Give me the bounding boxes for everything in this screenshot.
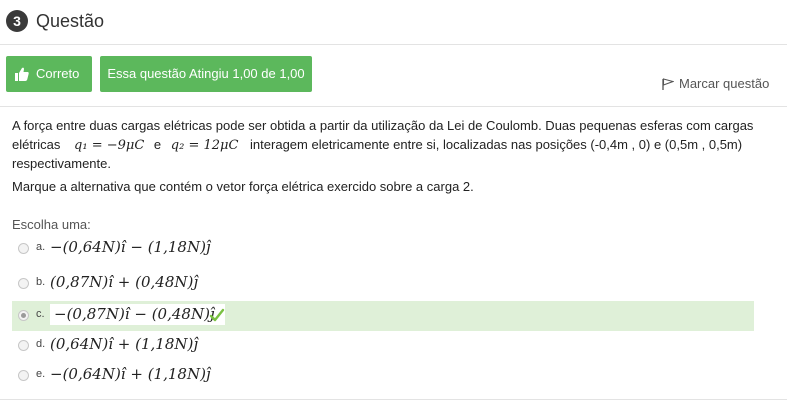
question-number-badge: 3 [6,10,28,32]
option-letter: b. [36,276,46,288]
option-c[interactable]: c. −(0,87N)î − (0,48N)ĵ [12,301,754,331]
option-letter: d. [36,338,46,350]
question-instruction: Marque a alternativa que contém o vetor … [12,179,474,194]
score-badge: Essa questão Atingiu 1,00 de 1,00 [100,56,312,92]
checkmark-icon [209,308,225,322]
option-letter: e. [36,368,46,380]
question-title: Questão [36,11,105,31]
option-a[interactable]: a. −(0,64N)î − (1,18N)ĵ [12,234,754,264]
correct-badge: Correto [6,56,92,92]
option-expression: −(0,64N)î − (1,18N)ĵ [50,238,211,256]
option-expression: −(0,64N)î + (1,18N)ĵ [50,365,211,383]
option-d[interactable]: d. (0,64N)î + (1,18N)ĵ [12,331,754,361]
question-header: 3 Questão [0,0,787,46]
radio-a[interactable] [18,243,29,254]
option-expression: (0,87N)î + (0,48N)ĵ [50,273,199,291]
question-text-suffix: interagem eletricamente entre si, locali… [250,137,743,152]
content-divider [0,106,787,107]
radio-d[interactable] [18,340,29,351]
header-divider [0,44,787,45]
option-b[interactable]: b. (0,87N)î + (0,48N)ĵ [12,269,754,299]
option-letter: a. [36,241,46,253]
flag-question-link[interactable]: Marcar questão [679,76,769,91]
conjunction: e [153,137,162,152]
question-text-line-3: respectivamente. [12,156,111,171]
correct-label: Correto [36,66,80,81]
option-expression: (0,64N)î + (1,18N)ĵ [50,335,199,353]
bottom-divider [0,399,787,400]
charge-q1: q₁ = −9μC [74,138,145,153]
flag-icon[interactable] [662,78,674,90]
question-text-line-1: A força entre duas cargas elétricas pode… [12,118,754,133]
option-expression: −(0,87N)î − (0,48N)ĵ [50,304,225,325]
radio-b[interactable] [18,278,29,289]
charge-q2: q₂ = 12μC [170,138,239,153]
radio-c[interactable] [18,310,29,321]
choose-label: Escolha uma: [12,217,91,232]
option-e[interactable]: e. −(0,64N)î + (1,18N)ĵ [12,361,754,391]
radio-e[interactable] [18,370,29,381]
question-text-line-2: elétricas q₁ = −9μC e q₂ = 12μC interage… [12,137,742,154]
question-text-prefix: elétricas [12,137,61,152]
thumbs-up-icon [15,67,29,81]
option-letter: c. [36,308,45,320]
